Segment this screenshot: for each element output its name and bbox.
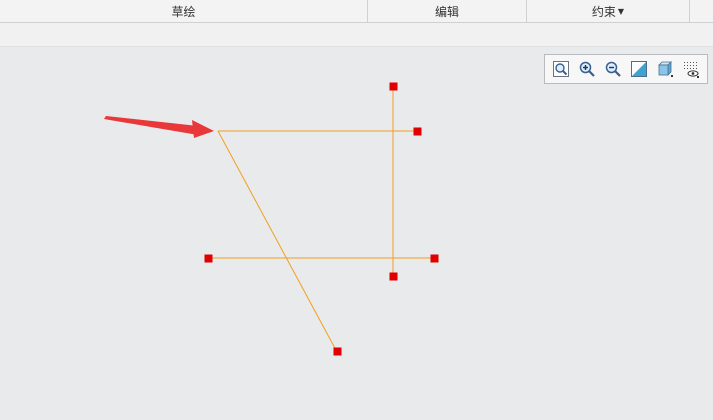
annotation-arrow-icon xyxy=(104,116,214,138)
sketch-endpoint[interactable] xyxy=(204,254,213,263)
zoom-in-button[interactable] xyxy=(575,58,599,80)
sketch-endpoint[interactable] xyxy=(389,272,398,281)
view-toolbar xyxy=(544,54,708,84)
sketch-line-diagonal[interactable] xyxy=(217,130,338,353)
sketcher-display-filter-icon xyxy=(684,62,699,78)
display-style-icon xyxy=(658,61,673,77)
sketch-endpoint[interactable] xyxy=(413,127,422,136)
sketch-endpoint[interactable] xyxy=(389,82,398,91)
refit-icon xyxy=(553,61,569,77)
zoom-in-icon xyxy=(579,61,595,77)
repaint-icon xyxy=(631,61,647,77)
refit-button[interactable] xyxy=(549,58,573,80)
zoom-out-icon xyxy=(605,61,621,77)
sketch-endpoint[interactable] xyxy=(430,254,439,263)
sketcher-display-filter-button[interactable] xyxy=(679,58,703,80)
sketch-endpoint[interactable] xyxy=(333,347,342,356)
repaint-button[interactable] xyxy=(627,58,651,80)
display-style-button[interactable] xyxy=(653,58,677,80)
zoom-out-button[interactable] xyxy=(601,58,625,80)
